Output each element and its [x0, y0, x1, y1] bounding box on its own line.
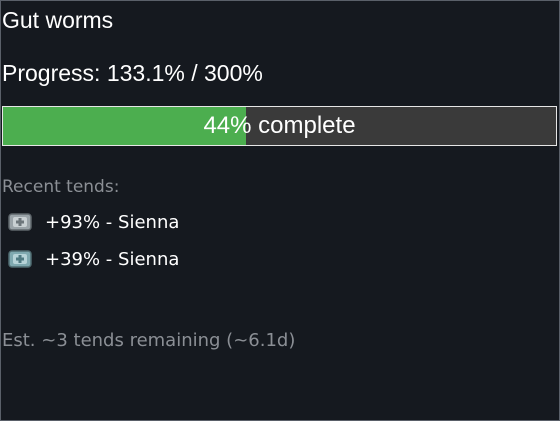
- progress-bar-label: 44% complete: [3, 107, 556, 145]
- progress-suffix: complete: [258, 112, 356, 139]
- progress-bar: 44% complete: [2, 106, 557, 146]
- tend-entry-text: +39% - Sienna: [45, 248, 180, 270]
- tend-entry: +39% - Sienna: [7, 247, 179, 271]
- medicine-kit-icon: [7, 248, 33, 270]
- estimate-text: Est. ~3 tends remaining (~6.1d): [2, 330, 296, 351]
- progress-percent: 44%: [203, 112, 252, 139]
- disease-title: Gut worms: [2, 7, 114, 33]
- medicine-kit-icon: [7, 211, 33, 233]
- recent-tends-label: Recent tends:: [2, 177, 120, 197]
- progress-text: Progress: 133.1% / 300%: [2, 60, 263, 86]
- tend-entry: +93% - Sienna: [7, 210, 179, 234]
- tend-entry-text: +93% - Sienna: [45, 211, 180, 233]
- tend-info-panel: Gut worms Progress: 133.1% / 300% 44% co…: [0, 0, 560, 421]
